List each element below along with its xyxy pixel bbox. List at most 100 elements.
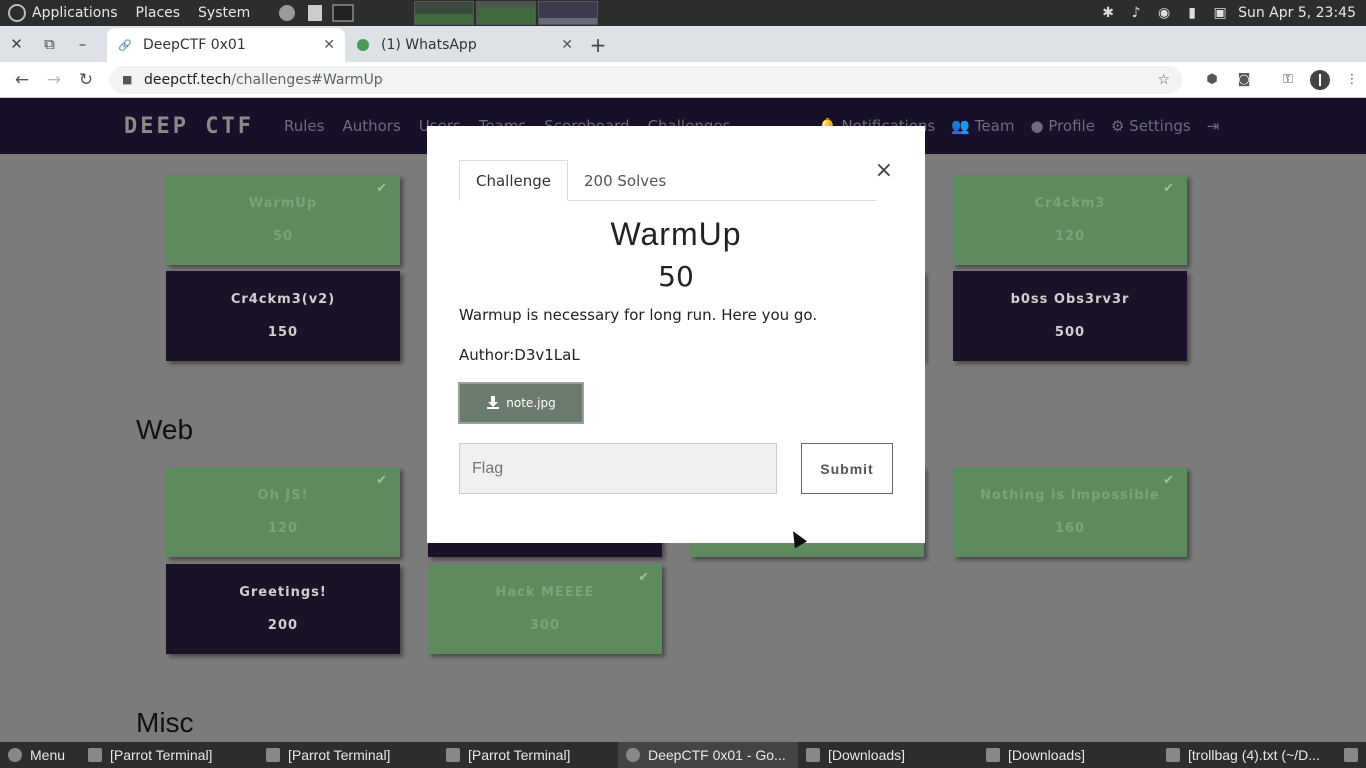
nav-profile[interactable]: ● Profile <box>1030 117 1095 135</box>
key-icon[interactable]: ⚿ <box>1274 66 1302 94</box>
file-name: note.jpg <box>506 396 556 410</box>
taskbar-item-trollbag[interactable]: [trollbag (4).txt (~/D... <box>1158 742 1336 768</box>
qbittorrent-icon[interactable]: ◉ <box>1154 3 1174 23</box>
url-input[interactable]: ■ deepctf.tech /challenges#WarmUp ☆ <box>110 65 1182 94</box>
parrot-logo-icon <box>8 4 26 22</box>
new-tab-icon[interactable]: + <box>583 28 613 62</box>
window-close-icon[interactable]: ✕ <box>0 27 33 61</box>
menu-icon <box>8 748 22 762</box>
task-label: DeepCTF 0x01 - Go... <box>648 747 786 763</box>
card-value: 150 <box>267 325 299 340</box>
firefox-launcher-icon[interactable] <box>276 3 298 23</box>
tab-close-icon[interactable]: ✕ <box>561 37 573 53</box>
profile-avatar-icon[interactable] <box>1306 66 1334 94</box>
nav-settings[interactable]: ⚙ Settings <box>1111 117 1191 135</box>
flag-input[interactable] <box>459 443 777 494</box>
system-menu[interactable]: System <box>198 5 250 21</box>
browser-menu-icon[interactable]: ⋮ <box>1338 66 1366 94</box>
section-misc-title: Misc <box>136 707 194 738</box>
card-name: Nothing is Impossible <box>980 488 1160 503</box>
show-desktop-icon[interactable] <box>1336 742 1366 768</box>
bluetooth-icon[interactable]: ✱ <box>1098 3 1118 23</box>
challenge-card-nothing-is-impossible[interactable]: ✔ Nothing is Impossible 160 <box>953 467 1187 557</box>
text-editor-launcher-icon[interactable] <box>304 3 326 23</box>
window-restore-icon[interactable]: ⧉ <box>33 27 66 61</box>
card-value: 120 <box>1054 229 1086 244</box>
task-label: [Parrot Terminal] <box>468 747 571 763</box>
solved-check-icon: ✔ <box>1163 473 1175 488</box>
volume-icon[interactable]: ♪ <box>1126 3 1146 23</box>
task-label: [Parrot Terminal] <box>288 747 391 763</box>
taskbar-item-terminal-1[interactable]: [Parrot Terminal] <box>80 742 258 768</box>
card-name: Oh JS! <box>257 488 309 503</box>
challenge-card-warmup[interactable]: ✔ WarmUp 50 <box>166 175 400 265</box>
solved-check-icon: ✔ <box>638 570 650 585</box>
logout-icon[interactable]: ⇥ <box>1207 117 1220 135</box>
taskbar-item-terminal-3[interactable]: [Parrot Terminal] <box>438 742 618 768</box>
os-top-panel: Applications Places System ✱ ♪ ◉ ▮ ▣ Sun… <box>0 0 1366 26</box>
card-value: 300 <box>529 618 561 633</box>
back-icon[interactable]: ← <box>6 64 38 96</box>
workspace-1[interactable] <box>414 1 475 25</box>
modal-tabs: Challenge 200 Solves <box>459 160 877 201</box>
workspace-2[interactable] <box>476 1 537 25</box>
task-label: [Parrot Terminal] <box>110 747 213 763</box>
challenge-card-cr4ckm3-v2[interactable]: Cr4ckm3(v2) 150 <box>166 271 400 361</box>
solved-check-icon: ✔ <box>376 181 388 196</box>
solved-check-icon: ✔ <box>376 473 388 488</box>
challenge-card-cr4ckm3[interactable]: ✔ Cr4ckm3 120 <box>953 175 1187 265</box>
card-value: 160 <box>1054 521 1086 536</box>
tab-label: DeepCTF 0x01 <box>143 37 246 53</box>
nav-rules[interactable]: Rules <box>284 117 324 135</box>
clipboard-icon[interactable]: ▣ <box>1210 3 1230 23</box>
clock[interactable]: Sun Apr 5, 23:45 <box>1238 5 1356 21</box>
nav-authors[interactable]: Authors <box>342 117 400 135</box>
tab-deepctf[interactable]: 🔗 DeepCTF 0x01 ✕ <box>107 28 345 62</box>
modal-close-icon[interactable]: × <box>875 158 893 183</box>
folder-icon <box>986 748 1000 762</box>
reload-icon[interactable]: ↻ <box>70 64 102 96</box>
taskbar-item-downloads-2[interactable]: [Downloads] <box>978 742 1158 768</box>
solved-check-icon: ✔ <box>1163 181 1175 196</box>
places-menu[interactable]: Places <box>136 5 181 21</box>
bookmark-star-icon[interactable]: ☆ <box>1157 72 1170 88</box>
tab-challenge[interactable]: Challenge <box>459 160 568 201</box>
extension-icon[interactable]: ⬢ <box>1198 66 1226 94</box>
challenge-title: WarmUp <box>610 216 742 252</box>
tab-label: (1) WhatsApp <box>381 37 477 53</box>
terminal-launcher-icon[interactable] <box>332 3 354 23</box>
nav-team[interactable]: 👥 Team <box>951 117 1014 135</box>
forward-icon[interactable]: → <box>38 64 70 96</box>
challenge-modal: Challenge 200 Solves × WarmUp 50 Warmup … <box>427 126 925 543</box>
challenge-value: 50 <box>658 260 694 293</box>
taskbar-item-downloads-1[interactable]: [Downloads] <box>798 742 978 768</box>
taskbar-item-chrome[interactable]: DeepCTF 0x01 - Go... <box>618 742 798 768</box>
workspace-3[interactable] <box>538 1 599 25</box>
lock-icon: ■ <box>122 73 133 86</box>
challenge-card-hack-meeee[interactable]: ✔ Hack MEEEE 300 <box>428 564 662 654</box>
card-name: Cr4ckm3(v2) <box>230 292 336 307</box>
incognito-extension-icon[interactable]: ◙ <box>1230 66 1258 94</box>
site-brand[interactable]: DEEP CTF <box>124 114 254 139</box>
card-name: Hack MEEEE <box>495 585 595 600</box>
task-label: [Downloads] <box>1008 747 1086 763</box>
taskbar-menu[interactable]: Menu <box>0 742 80 768</box>
window-minimize-icon[interactable]: – <box>66 27 99 61</box>
task-label: [trollbag (4).txt (~/D... <box>1188 747 1320 763</box>
submit-button[interactable]: Submit <box>801 443 893 494</box>
taskbar-item-terminal-2[interactable]: [Parrot Terminal] <box>258 742 438 768</box>
challenge-card-b0ss-obs3rv3r[interactable]: b0ss Obs3rv3r 500 <box>953 271 1187 361</box>
download-file-button[interactable]: note.jpg <box>458 382 584 424</box>
settings-label: Settings <box>1129 117 1191 135</box>
tab-solves[interactable]: 200 Solves <box>568 160 682 201</box>
tab-whatsapp[interactable]: (1) WhatsApp ✕ <box>345 28 583 62</box>
applications-menu[interactable]: Applications <box>32 5 118 21</box>
tab-close-icon[interactable]: ✕ <box>323 37 335 53</box>
url-host: deepctf.tech <box>144 71 232 88</box>
challenge-card-oh-js[interactable]: ✔ Oh JS! 120 <box>166 467 400 557</box>
address-bar-row: ← → ↻ ■ deepctf.tech /challenges#WarmUp … <box>0 62 1366 98</box>
challenge-card-greetings[interactable]: Greetings! 200 <box>166 564 400 654</box>
card-value: 50 <box>272 229 294 244</box>
profile-label: Profile <box>1048 117 1095 135</box>
network-icon[interactable]: ▮ <box>1182 3 1202 23</box>
